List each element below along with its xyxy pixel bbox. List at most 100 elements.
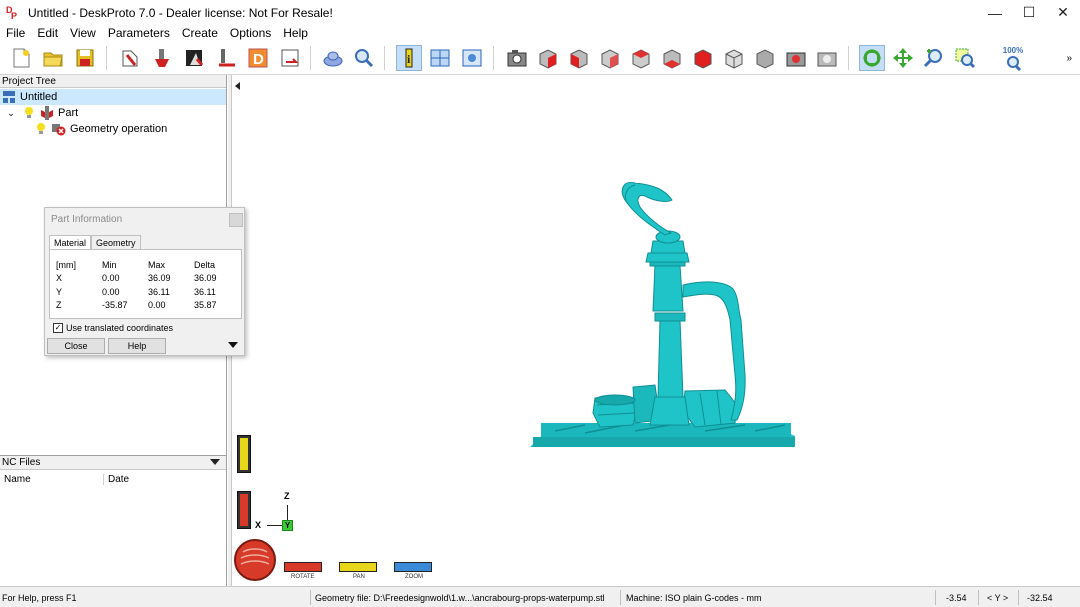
nc-files-header[interactable]: NC Files	[0, 456, 226, 470]
window-title: Untitled - DeskProto 7.0 - Dealer licens…	[28, 5, 333, 20]
minimize-button[interactable]: —	[978, 0, 1012, 25]
part-info-body: [mm] Min Max Delta X 0.00 36.09 36.09 Y …	[49, 249, 242, 319]
view-top-icon[interactable]	[659, 45, 685, 71]
tree-item-part[interactable]: ⌄ Part	[0, 105, 226, 121]
tab-material[interactable]: Material	[49, 235, 92, 250]
status-help-text: For Help, press F1	[2, 592, 77, 603]
rotate-mode-icon[interactable]	[859, 45, 885, 71]
project-tree-header: Project Tree	[0, 75, 226, 88]
tab-geometry[interactable]: Geometry	[91, 235, 141, 250]
waterpump-model	[530, 181, 795, 447]
screen-icon[interactable]	[459, 45, 485, 71]
table-row: X 0.00 36.09 36.09	[56, 273, 217, 284]
collapse-left-arrow-icon[interactable]	[234, 79, 242, 93]
menu-create[interactable]: Create	[176, 26, 224, 40]
zoom-100-icon[interactable]: 100%	[998, 45, 1028, 71]
views-icon[interactable]	[427, 45, 453, 71]
d-wizard-icon[interactable]: D	[245, 45, 271, 71]
app-logo-icon: D P	[6, 4, 18, 21]
pan-mode-icon[interactable]	[890, 45, 916, 71]
help-button[interactable]: Help	[108, 338, 166, 354]
nc-files-panel: NC Files Name Date	[0, 455, 226, 586]
free-wizard-icon[interactable]	[149, 45, 175, 71]
menu-edit[interactable]: Edit	[31, 26, 64, 40]
tree-item-label: Geometry operation	[70, 123, 168, 135]
tree-item-geometry-operation[interactable]: Geometry operation	[0, 121, 226, 137]
column-header-date[interactable]: Date	[104, 474, 129, 485]
export-icon[interactable]	[277, 45, 303, 71]
rotate-label: ROTATE	[291, 574, 315, 580]
axis-x-label: X	[255, 520, 262, 530]
translated-coordinates-checkbox[interactable]: ✓	[53, 323, 63, 333]
tree-item-label: Part	[58, 107, 79, 119]
geometry-operation-error-icon	[52, 122, 66, 136]
camera-gray-icon[interactable]	[814, 45, 840, 71]
view-left-icon[interactable]	[597, 45, 623, 71]
table-row: Z -35.87 0.00 35.87	[56, 300, 217, 311]
status-machine: Machine: ISO plain G-codes - mm	[626, 592, 762, 603]
menu-options[interactable]: Options	[224, 26, 277, 40]
translated-coordinates-option[interactable]: ✓ Use translated coordinates	[53, 323, 173, 333]
column-header-name[interactable]: Name	[0, 473, 104, 485]
toolbar-overflow-chevron-icon[interactable]: »	[1066, 53, 1072, 64]
menu-file[interactable]: File	[0, 26, 31, 40]
expand-dialog-arrow-icon[interactable]	[228, 342, 238, 348]
lamp-wizard-icon[interactable]	[181, 45, 207, 71]
view-gray-icon[interactable]	[752, 45, 778, 71]
dropdown-arrow-icon[interactable]	[210, 457, 220, 468]
dialog-title-button[interactable]	[229, 213, 243, 227]
checkbox-label: Use translated coordinates	[66, 323, 174, 333]
part-information-dialog: Part Information Material Geometry [mm] …	[44, 207, 245, 356]
tree-item-label: Untitled	[20, 91, 58, 103]
status-coord-axis: < Y >	[987, 592, 1009, 603]
view-bottom-icon[interactable]	[690, 45, 716, 71]
zoom-label: ZOOM	[405, 574, 423, 580]
open-folder-icon[interactable]	[40, 45, 66, 71]
status-coord-left: -3.54	[946, 592, 967, 603]
zoom-button[interactable]	[394, 562, 432, 572]
dialog-title: Part Information	[51, 213, 123, 225]
camera-icon[interactable]	[504, 45, 530, 71]
axes-wizard-icon[interactable]	[213, 45, 239, 71]
rotate-slider[interactable]	[237, 491, 251, 529]
part-icon	[40, 106, 54, 120]
lightbulb-icon[interactable]	[34, 122, 48, 136]
table-row: Y 0.00 36.11 36.11	[56, 286, 216, 297]
menu-help[interactable]: Help	[277, 26, 314, 40]
maximize-button[interactable]: ☐	[1012, 0, 1046, 25]
camera-red-icon[interactable]	[783, 45, 809, 71]
magnify-icon[interactable]	[351, 45, 377, 71]
tree-item-project[interactable]: Untitled	[0, 89, 226, 105]
view-right-icon[interactable]	[566, 45, 592, 71]
view-back-icon[interactable]	[628, 45, 654, 71]
3d-viewport[interactable]: Z X Y	[255, 75, 1080, 586]
menu-parameters[interactable]: Parameters	[102, 26, 176, 40]
zoom-window-icon[interactable]	[952, 45, 978, 71]
nav-controls-bar: ROTATE PAN ZOOM	[232, 539, 1080, 586]
view-front-icon[interactable]	[535, 45, 561, 71]
pan-slider[interactable]	[237, 435, 251, 473]
menu-view[interactable]: View	[64, 26, 102, 40]
rotate-button[interactable]	[284, 562, 322, 572]
table-header-row: [mm] Min Max Delta	[56, 259, 216, 270]
title-bar: D P Untitled - DeskProto 7.0 - Dealer li…	[0, 0, 1080, 25]
axis-y-label: Y	[282, 520, 293, 531]
close-window-button[interactable]: ✕	[1046, 0, 1080, 25]
svg-text:D: D	[253, 51, 264, 68]
rotate-dial[interactable]	[233, 538, 277, 582]
part-wizard-icon[interactable]	[117, 45, 143, 71]
zoom-in-icon[interactable]	[921, 45, 947, 71]
pan-button[interactable]	[339, 562, 377, 572]
new-file-icon[interactable]	[8, 45, 34, 71]
status-geometry-file: Geometry file: D:\Freedesignwold\1.w...\…	[315, 592, 605, 603]
status-coord-right: -32.54	[1027, 592, 1053, 603]
cloud-icon[interactable]	[320, 45, 346, 71]
view-iso-icon[interactable]	[721, 45, 747, 71]
expand-chevron-icon[interactable]: ⌄	[4, 106, 18, 120]
info-icon[interactable]: i	[396, 45, 422, 71]
save-icon[interactable]	[72, 45, 98, 71]
dimensions-table: [mm] Min Max Delta X 0.00 36.09 36.09 Y …	[56, 258, 234, 312]
project-icon	[2, 90, 16, 104]
close-button[interactable]: Close	[47, 338, 105, 354]
lightbulb-icon[interactable]	[22, 106, 36, 120]
